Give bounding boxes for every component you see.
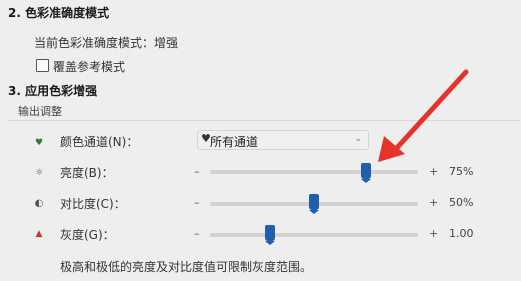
group-divider	[8, 120, 520, 121]
section-2-heading: 2. 色彩准确度模式	[8, 6, 110, 20]
gamma-label: 灰度(G)：	[60, 228, 115, 242]
gamma-value: 1.00	[449, 227, 474, 240]
output-adjust-group-label: 输出调整	[18, 105, 62, 118]
override-reference-label[interactable]: 覆盖参考模式	[53, 58, 125, 75]
color-channel-value: 所有通道	[210, 135, 259, 149]
brightness-slider-thumb[interactable]	[361, 163, 371, 183]
contrast-slider-thumb[interactable]	[309, 194, 319, 214]
gamma-increase[interactable]: +	[429, 227, 438, 240]
contrast-icon: ◐	[34, 198, 44, 209]
chevron-down-icon[interactable]: ⌄	[354, 134, 362, 144]
brightness-label: 亮度(B)：	[60, 166, 114, 180]
range-note: 极高和极低的亮度及对比度值可限制灰度范围。	[60, 260, 313, 274]
current-accuracy-mode: 当前色彩准确度模式：增强	[34, 36, 179, 50]
contrast-value: 50%	[449, 196, 474, 209]
brightness-increase[interactable]: +	[429, 165, 438, 178]
brightness-decrease[interactable]: –	[194, 165, 200, 178]
gamma-decrease[interactable]: –	[194, 227, 200, 240]
color-channel-icon: ♥	[34, 138, 44, 148]
contrast-label: 对比度(C)：	[60, 197, 126, 211]
brightness-icon: ☼	[34, 168, 44, 178]
brightness-value: 75%	[449, 165, 474, 178]
gamma-slider-track[interactable]	[210, 233, 418, 237]
gamma-slider-thumb[interactable]	[265, 225, 276, 245]
contrast-decrease[interactable]: –	[194, 196, 200, 209]
brightness-slider-track[interactable]	[210, 170, 418, 174]
contrast-increase[interactable]: +	[429, 196, 438, 209]
color-channel-label: 颜色通道(N)：	[60, 135, 139, 149]
section-3-heading: 3. 应用色彩增强	[8, 84, 98, 98]
color-channel-select[interactable]: ♥ 所有通道 ⌄	[197, 130, 369, 150]
gamma-icon: ▲	[35, 229, 43, 239]
override-reference-checkbox[interactable]	[36, 59, 49, 72]
